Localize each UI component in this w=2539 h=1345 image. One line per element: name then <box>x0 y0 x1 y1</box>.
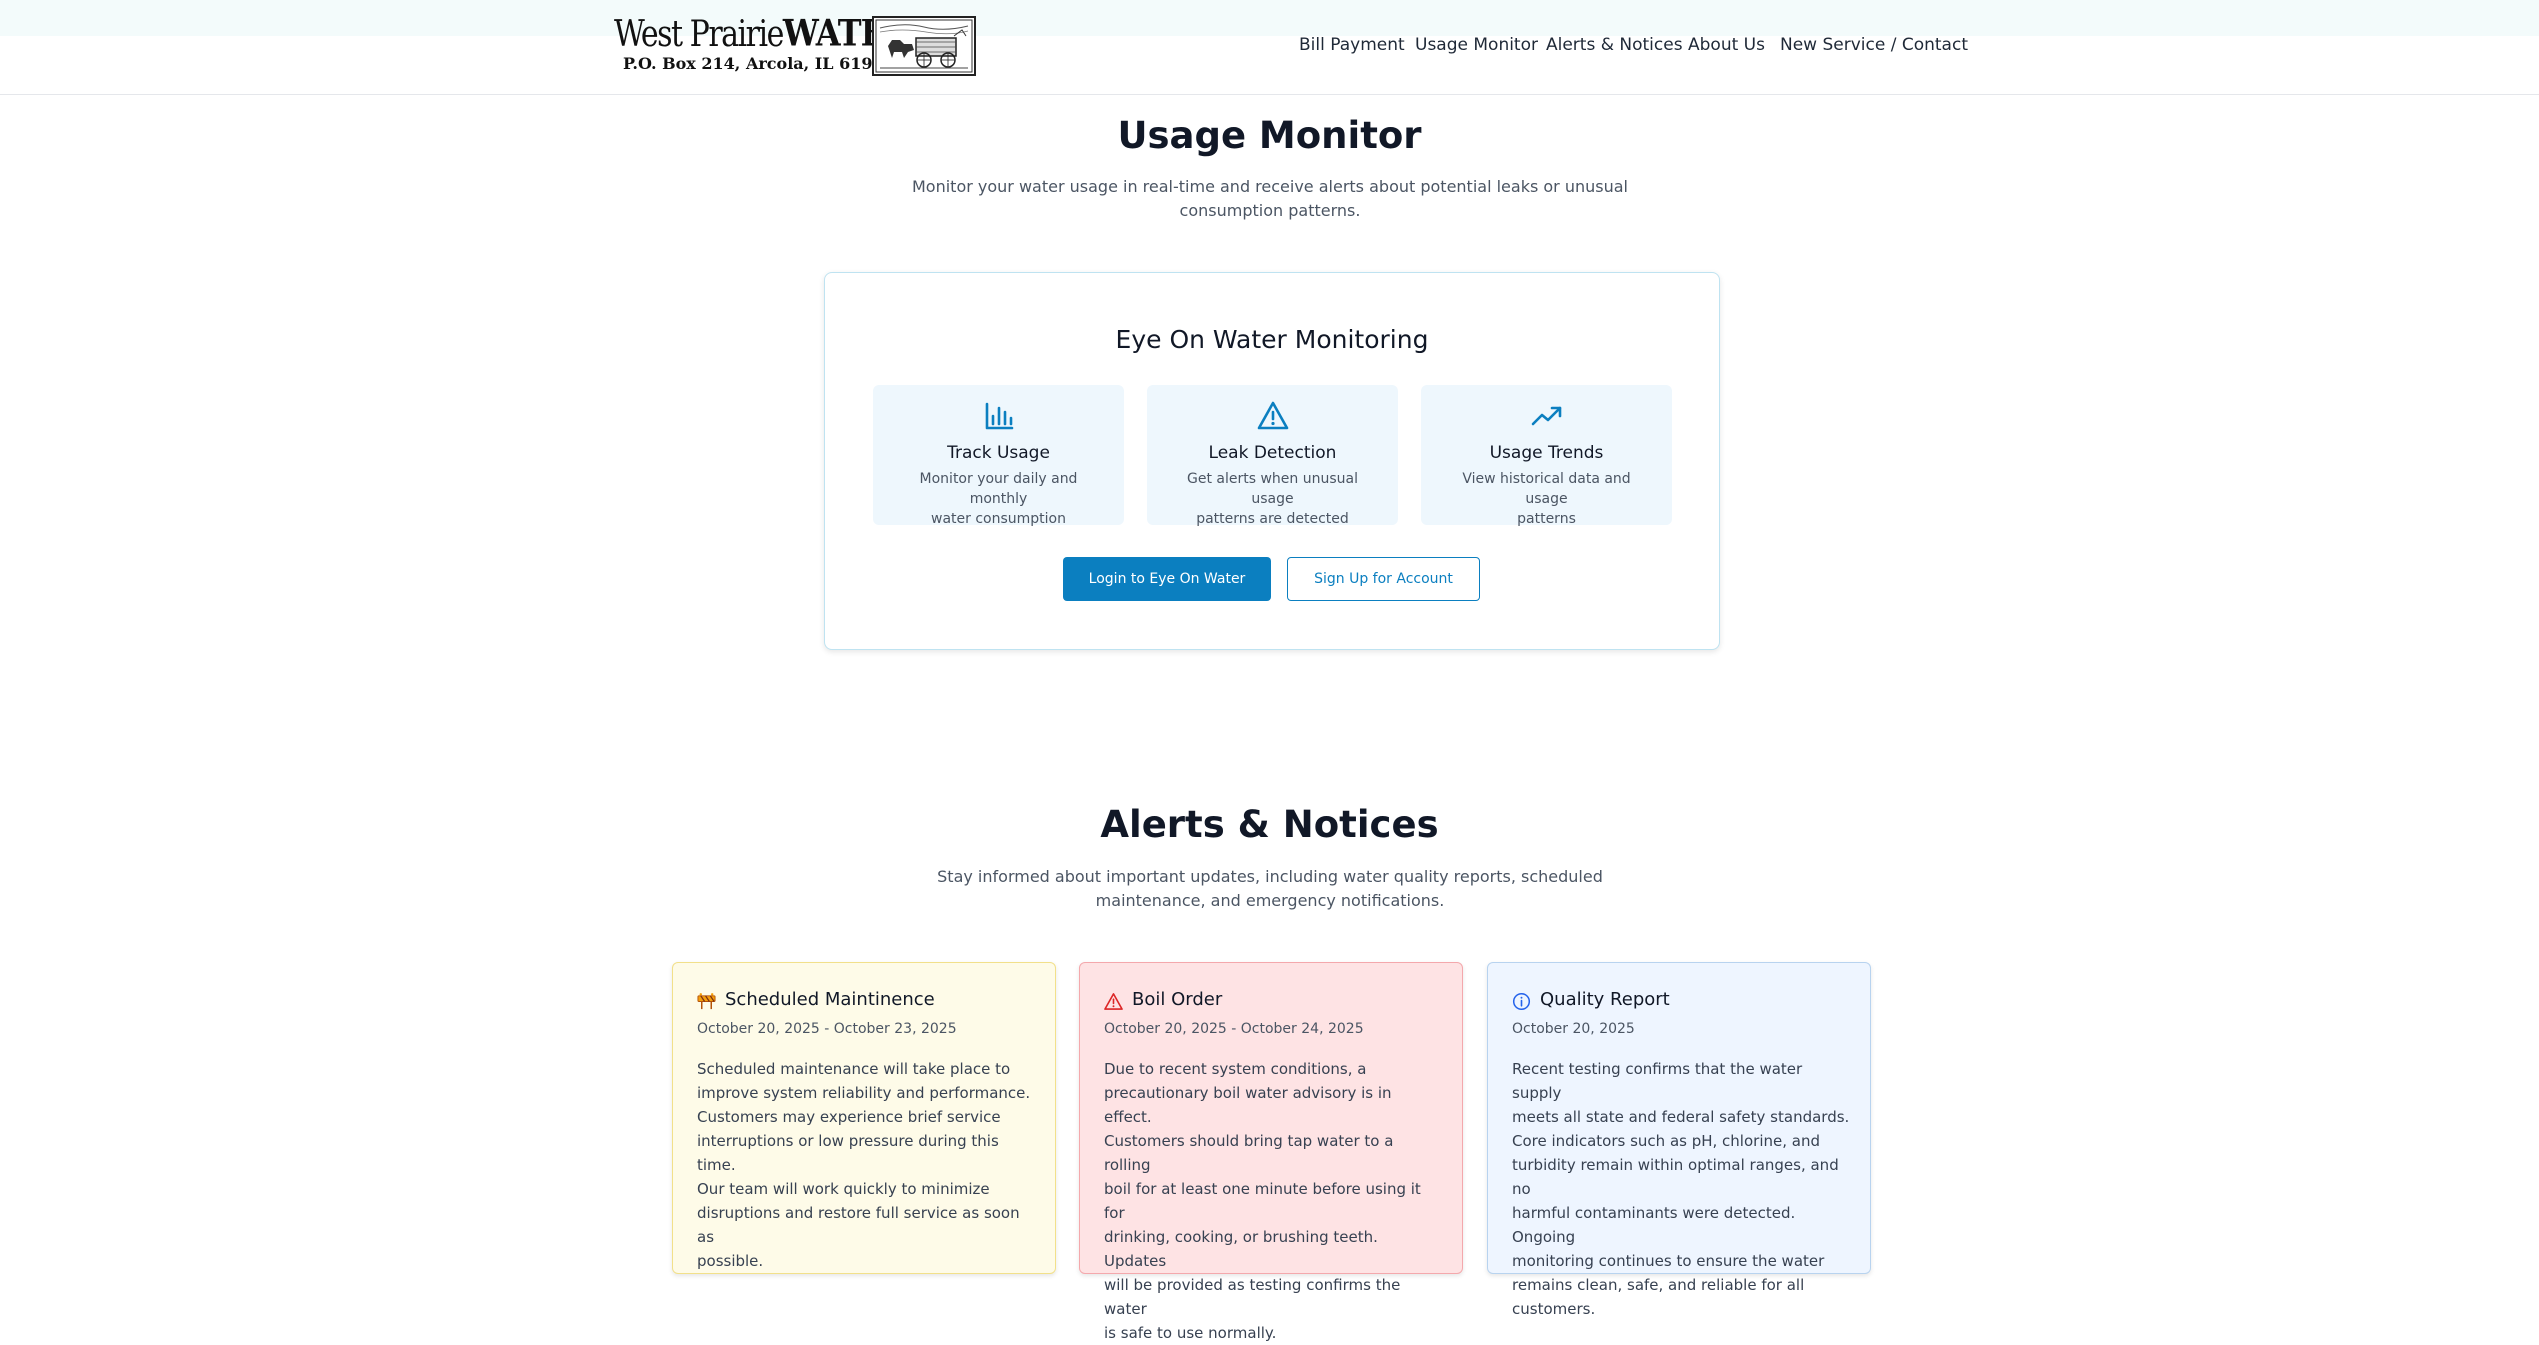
trending-up-icon <box>1531 406 1562 426</box>
site-logo[interactable]: West PrairieWATER Co P.O. Box 214, Arcol… <box>614 11 976 76</box>
alert-body-line: meets all state and federal safety stand… <box>1512 1108 1850 1126</box>
usage-monitor-subtitle-line1: Monitor your water usage in real-time an… <box>911 177 1628 196</box>
alert-date: October 20, 2025 - October 23, 2025 <box>697 1021 957 1037</box>
nav-usage-monitor[interactable]: Usage Monitor <box>1415 35 1538 55</box>
logo-name-part1: West Prairie <box>614 13 784 56</box>
feature-description-line2: patterns <box>1517 511 1576 527</box>
warning-triangle-icon <box>1104 993 1123 1010</box>
login-eye-on-water-button[interactable]: Login to Eye On Water <box>1063 557 1271 601</box>
alert-body-line: Our team will work quickly to minimize <box>697 1180 990 1198</box>
usage-monitor-subtitle-line2: consumption patterns. <box>1179 201 1361 220</box>
feature-usage-trends: Usage Trends View historical data and us… <box>1421 385 1672 527</box>
feature-description-line1: Monitor your daily and monthly <box>919 471 1078 507</box>
alert-body-line: Recent testing confirms that the water s… <box>1512 1060 1803 1102</box>
alert-body-line: harmful contaminants were detected. Ongo… <box>1512 1204 1796 1246</box>
alert-body-line: will be provided as testing confirms the… <box>1104 1276 1401 1318</box>
feature-leak-detection: Leak Detection Get alerts when unusual u… <box>1147 385 1398 527</box>
alert-date: October 20, 2025 <box>1512 1021 1635 1037</box>
alert-body-line: Scheduled maintenance will take place to <box>697 1060 1011 1078</box>
alert-body-line: disruptions and restore full service as … <box>697 1204 1020 1246</box>
feature-description-line2: patterns are detected <box>1196 511 1349 527</box>
usage-monitor-subtitle: Monitor your water usage in real-time an… <box>900 175 1640 223</box>
alert-body-line: monitoring continues to ensure the water <box>1512 1252 1825 1270</box>
nav-about-us[interactable]: About Us <box>1688 35 1765 55</box>
bar-chart-icon <box>985 402 1014 430</box>
nav-alerts-notices[interactable]: Alerts & Notices <box>1546 35 1683 55</box>
feature-description: Get alerts when unusual usage patterns a… <box>1167 469 1378 529</box>
feature-track-usage: Track Usage Monitor your daily and month… <box>873 385 1124 527</box>
site-header: West PrairieWATER Co P.O. Box 214, Arcol… <box>0 0 2539 95</box>
alerts-notices-subtitle-line1: Stay informed about important updates, i… <box>937 867 1603 886</box>
alert-card-quality-report: Quality Report October 20, 2025 Recent t… <box>1487 962 1871 1318</box>
alert-body-line: interruptions or low pressure during thi… <box>697 1132 999 1174</box>
alert-body-line: Customers may experience brief service <box>697 1108 1001 1126</box>
logo-wagon-illustration <box>872 16 976 76</box>
alert-title: Scheduled Maintinence <box>725 989 935 1010</box>
alert-date: October 20, 2025 - October 24, 2025 <box>1104 1021 1364 1037</box>
info-circle-icon <box>1512 992 1531 1011</box>
alerts-notices-title: Alerts & Notices <box>1100 803 1439 846</box>
alert-card-boil-order: Boil Order October 20, 2025 - October 24… <box>1079 962 1463 1342</box>
alerts-notices-subtitle: Stay informed about important updates, i… <box>900 865 1640 913</box>
alert-body-line: Due to recent system conditions, a <box>1104 1060 1367 1078</box>
logo-address: P.O. Box 214, Arcola, IL 61910 <box>623 54 895 73</box>
alerts-notices-subtitle-line2: maintenance, and emergency notifications… <box>1095 891 1445 910</box>
alert-body: Scheduled maintenance will take place to… <box>697 1057 1037 1273</box>
feature-description-line2: water consumption <box>931 511 1066 527</box>
feature-title: Leak Detection <box>1208 443 1337 463</box>
alert-body-line: improve system reliability and performan… <box>697 1084 1031 1102</box>
alert-body-line: remains clean, safe, and reliable for al… <box>1512 1276 1805 1294</box>
alert-title: Boil Order <box>1132 989 1223 1010</box>
alert-title: Quality Report <box>1540 989 1670 1010</box>
sign-up-account-button[interactable]: Sign Up for Account <box>1287 557 1480 601</box>
alert-body-line: Core indicators such as pH, chlorine, an… <box>1512 1132 1820 1150</box>
alert-body-line: is safe to use normally. <box>1104 1324 1277 1342</box>
feature-description-line1: View historical data and usage <box>1462 471 1631 507</box>
usage-monitor-title: Usage Monitor <box>1117 114 1422 157</box>
construction-barrier-icon <box>697 993 716 1010</box>
feature-description-line1: Get alerts when unusual usage <box>1187 471 1358 507</box>
alert-body-line: boil for at least one minute before usin… <box>1104 1180 1421 1222</box>
alert-body: Due to recent system conditions, a preca… <box>1104 1057 1444 1345</box>
nav-bill-payment[interactable]: Bill Payment <box>1299 35 1405 55</box>
nav-new-service-contact[interactable]: New Service / Contact <box>1780 35 1968 55</box>
feature-description: View historical data and usage patterns <box>1441 469 1652 529</box>
eye-on-water-title: Eye On Water Monitoring <box>1115 325 1429 354</box>
alert-body-line: precautionary boil water advisory is in … <box>1104 1084 1392 1126</box>
alert-body-line: drinking, cooking, or brushing teeth. Up… <box>1104 1228 1378 1270</box>
alert-body: Recent testing confirms that the water s… <box>1512 1057 1852 1321</box>
feature-title: Usage Trends <box>1489 443 1604 463</box>
alert-body-line: turbidity remain within optimal ranges, … <box>1512 1156 1839 1198</box>
alert-body-line: Customers should bring tap water to a ro… <box>1104 1132 1394 1174</box>
eye-on-water-card: Eye On Water Monitoring Track Usage Moni… <box>824 272 1720 650</box>
alert-body-line: possible. <box>697 1252 764 1270</box>
warning-triangle-icon <box>1257 401 1289 430</box>
feature-title: Track Usage <box>947 443 1050 463</box>
alert-body-line: customers. <box>1512 1300 1596 1318</box>
alert-card-maintenance: Scheduled Maintinence October 20, 2025 -… <box>672 962 1056 1274</box>
feature-description: Monitor your daily and monthly water con… <box>893 469 1104 529</box>
